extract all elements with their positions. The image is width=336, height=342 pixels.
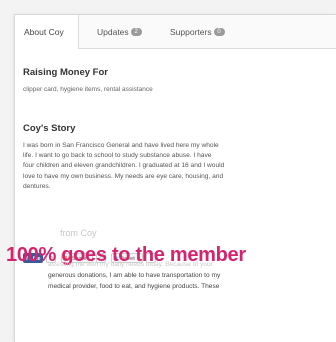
tab-about[interactable]: About Coy: [15, 15, 79, 49]
tab-updates[interactable]: Updates 2: [97, 15, 142, 48]
story-line: I was born in San Francisco General and …: [23, 142, 219, 149]
supporters-count-badge: 0: [213, 27, 225, 36]
update-title: from Coy: [60, 228, 97, 238]
story-heading: Coy's Story: [23, 123, 76, 134]
tab-supporters[interactable]: Supporters 0: [170, 15, 225, 48]
story-line: four children and eleven grandchildren. …: [23, 162, 225, 170]
tab-supporters-label: Supporters: [170, 27, 212, 37]
updates-count-badge: 2: [130, 27, 142, 36]
raising-heading: Raising Money For: [23, 67, 108, 78]
update-text: generous donations, I am able to have tr…: [48, 271, 220, 292]
update-line: medical provider, food to eat, and hygie…: [48, 282, 220, 290]
update-line: generous donations, I am able to have tr…: [48, 272, 221, 279]
raising-items: clipper card, hygiene items, rental assi…: [23, 86, 153, 93]
tab-about-label: About Coy: [24, 27, 64, 37]
story-line: dentures.: [23, 182, 51, 190]
update-preview: from Coy 100% goes to the member assisti…: [0, 228, 336, 341]
story-line: life. I want to go back to school to stu…: [23, 152, 212, 160]
update-faded-line: assisting me with my daily needs today. …: [48, 261, 213, 268]
profile-tabs: About Coy Updates 2 Supporters 0: [15, 15, 336, 49]
story-text: I was born in San Francisco General and …: [23, 141, 224, 192]
story-line: love to have my own business. My needs a…: [23, 172, 224, 180]
tab-updates-label: Updates: [97, 27, 129, 37]
